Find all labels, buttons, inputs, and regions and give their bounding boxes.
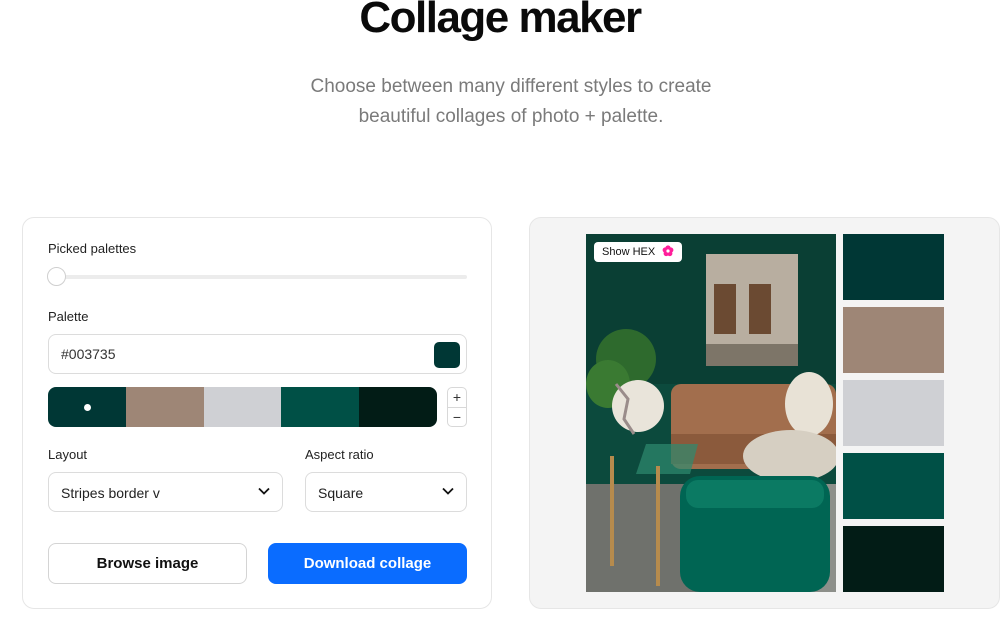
preview-swatch-2 [843, 307, 944, 373]
palette-label: Palette [48, 309, 89, 324]
browse-image-button[interactable]: Browse image [48, 543, 247, 584]
download-collage-button[interactable]: Download collage [268, 543, 467, 584]
selected-color-indicator [83, 404, 91, 411]
palette-bar [48, 387, 437, 427]
aspect-ratio-label: Aspect ratio [305, 447, 374, 462]
flower-icon [662, 245, 674, 257]
preview-swatch-4 [843, 453, 944, 519]
slider-thumb[interactable] [47, 267, 66, 286]
picked-palettes-label: Picked palettes [48, 241, 137, 256]
hex-value: #003735 [61, 346, 116, 362]
hex-input[interactable]: #003735 [48, 334, 467, 374]
preview-swatch-1 [843, 234, 944, 300]
palette-color-1[interactable] [48, 387, 126, 427]
palette-count-stepper: + − [447, 387, 467, 427]
aspect-ratio-select[interactable]: Square [305, 472, 467, 512]
subtitle-line-1: Choose between many different styles to … [310, 76, 712, 97]
chevron-down-icon [442, 487, 454, 495]
chevron-down-icon [258, 487, 270, 495]
color-preview-swatch[interactable] [434, 342, 460, 368]
aspect-ratio-value: Square [318, 485, 364, 501]
page-title: Collage maker [359, 0, 642, 42]
show-hex-label: Show HEX [602, 246, 656, 258]
layout-label: Layout [48, 447, 88, 462]
layout-select[interactable]: Stripes border v [48, 472, 283, 512]
preview-swatch-3 [843, 380, 944, 446]
subtitle-line-2: beautiful collages of photo + palette. [358, 106, 664, 127]
palette-color-3[interactable] [203, 387, 282, 427]
layout-value: Stripes border v [61, 485, 160, 501]
collage-photo [586, 234, 836, 592]
palette-color-5[interactable] [359, 387, 437, 427]
plus-icon[interactable]: + [448, 388, 466, 407]
preview-swatch-5 [843, 526, 944, 592]
page-subtitle: Choose between many different styles to … [250, 72, 772, 132]
palette-color-4[interactable] [281, 387, 360, 427]
picked-palettes-slider[interactable] [48, 275, 467, 279]
show-hex-toggle[interactable]: Show HEX [594, 242, 683, 262]
minus-icon[interactable]: − [448, 408, 466, 427]
palette-color-2[interactable] [125, 387, 204, 427]
room-photo-illustration [586, 234, 836, 592]
